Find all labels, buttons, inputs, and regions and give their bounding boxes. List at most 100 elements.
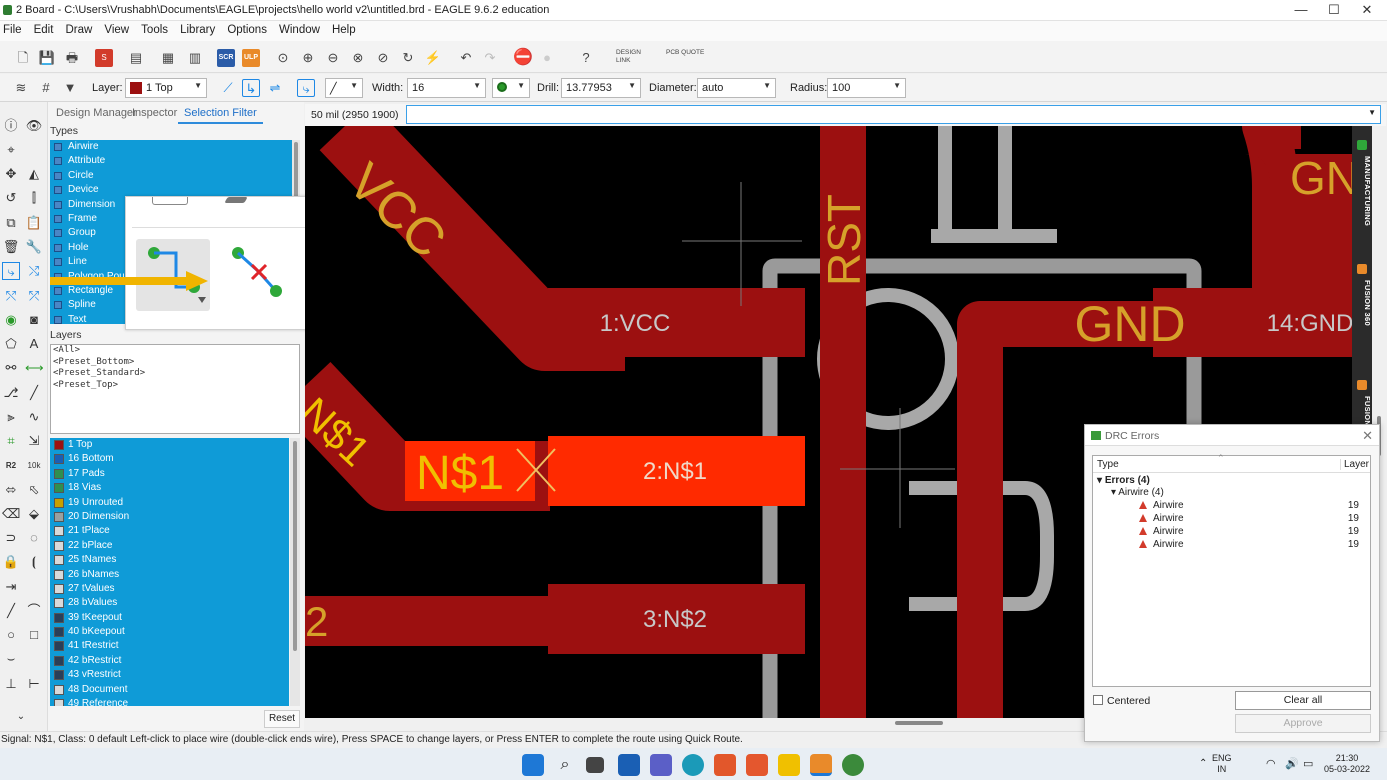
tab-fusion360[interactable]: FUSION 360	[1352, 260, 1372, 364]
diameter-select[interactable]: auto ▼	[697, 78, 776, 98]
maximize-button[interactable]: ☐	[1325, 2, 1343, 18]
drc-error-row[interactable]: Airwire 19	[1139, 513, 1359, 524]
tag-icon[interactable]: ⬙	[25, 505, 43, 523]
drc-error-tree[interactable]: Type ⌃ Layer ▾ Errors (4) ▾ Airwire (4) …	[1092, 453, 1371, 687]
align-icon[interactable]: ⫿	[25, 189, 43, 207]
drill-select[interactable]: 13.77953 ▼	[561, 78, 641, 98]
width-select[interactable]: 16 ▼	[407, 78, 486, 98]
search-icon[interactable]: ⌕	[554, 754, 576, 776]
undo-icon[interactable]: ↶	[457, 49, 475, 67]
rotate-icon[interactable]: ↺	[2, 189, 20, 207]
menu-view[interactable]: View	[104, 21, 129, 36]
layer-item[interactable]: 42 bRestrict	[50, 654, 289, 668]
draw-line-icon[interactable]: ╱	[2, 602, 20, 620]
script-icon[interactable]: SCR	[217, 49, 235, 67]
copy-icon[interactable]: ⧉	[2, 214, 20, 232]
layer-item[interactable]: 40 bKeepout	[50, 625, 289, 639]
zoom-area-icon[interactable]: ⊘	[374, 49, 392, 67]
command-input[interactable]: ▼	[406, 105, 1381, 124]
menu-window[interactable]: Window	[279, 21, 320, 36]
widgets-icon[interactable]	[618, 754, 640, 776]
wifi-icon[interactable]: ◠	[1266, 757, 1276, 770]
type-item[interactable]: Circle	[50, 169, 292, 183]
line-style-select[interactable]: ╱ ▼	[325, 78, 363, 98]
tab-inspector[interactable]: Inspector	[126, 104, 183, 124]
ratsnest-icon[interactable]: ⚡	[424, 49, 442, 67]
file-explorer-icon[interactable]	[778, 754, 800, 776]
save-icon[interactable]: 💾	[38, 49, 56, 67]
menu-tools[interactable]: Tools	[141, 21, 168, 36]
wire-bend-icon[interactable]: ⟋	[219, 79, 237, 97]
value-icon[interactable]: 10k	[25, 457, 43, 475]
measure-width-icon[interactable]: ⊢	[25, 675, 43, 693]
menu-file[interactable]: File	[3, 21, 22, 36]
layer-item[interactable]: 27 tValues	[50, 582, 289, 596]
layer-item[interactable]: 26 bNames	[50, 568, 289, 582]
rectangle-icon[interactable]: □	[25, 626, 43, 644]
layer-item[interactable]: 28 bValues	[50, 596, 289, 610]
stop-icon[interactable]: ⛔	[513, 49, 533, 67]
ulp-icon[interactable]: ULP	[242, 49, 260, 67]
layer-item[interactable]: 41 tRestrict	[50, 639, 289, 653]
layer-item[interactable]: 17 Pads	[50, 467, 289, 481]
autorouter-icon[interactable]: ⌗	[2, 432, 20, 450]
minimize-button[interactable]: —	[1292, 2, 1310, 18]
command-history-chevron-icon[interactable]: ▼	[1368, 108, 1376, 117]
menu-help[interactable]: Help	[332, 21, 356, 36]
circle-icon[interactable]: ○	[2, 626, 20, 644]
arc-icon[interactable]: ⌒	[25, 602, 43, 620]
zoom-in-icon[interactable]: ⊕	[299, 49, 317, 67]
erase-icon[interactable]: ⌫	[2, 505, 20, 523]
add-icon[interactable]: ⇲	[25, 432, 43, 450]
menu-draw[interactable]: Draw	[65, 21, 92, 36]
reset-button[interactable]: Reset	[264, 710, 300, 728]
preset-top[interactable]: <Preset_Top>	[51, 380, 299, 392]
smash-icon[interactable]: ⬁	[25, 481, 43, 499]
meander-icon[interactable]: ⎇	[2, 384, 20, 402]
language-indicator[interactable]: ENG IN	[1212, 753, 1232, 775]
route-icon[interactable]: ⤷	[2, 262, 20, 280]
text-icon[interactable]: A	[25, 335, 43, 353]
signal-icon[interactable]: ⚯	[2, 359, 20, 377]
layer-item[interactable]: 39 tKeepout	[50, 611, 289, 625]
route-mode-icon[interactable]: ⤷	[297, 79, 315, 97]
pinswap-icon[interactable]: ⊃	[2, 529, 20, 547]
layers-scrollbar[interactable]	[290, 438, 300, 706]
split-icon[interactable]: ⤲	[2, 287, 20, 305]
via-shape-select[interactable]: ▼	[492, 78, 530, 98]
mark-icon[interactable]: ⌖	[2, 141, 20, 159]
drc-airwire-group[interactable]: ▾ Airwire (4)	[1111, 487, 1164, 498]
hole-icon[interactable]: ◙	[25, 311, 43, 329]
print-icon[interactable]: 🖶	[63, 49, 81, 67]
cam-icon[interactable]: ▤	[127, 49, 145, 67]
tab-manufacturing[interactable]: MANUFACTURING	[1352, 136, 1372, 246]
layers-list[interactable]: 1 Top 16 Bottom 17 Pads 18 Vias 19 Unrouted 2…	[50, 438, 289, 706]
line-icon[interactable]: ╱	[25, 384, 43, 402]
redo-icon[interactable]: ↷	[481, 49, 499, 67]
close-button[interactable]: ✕	[1358, 2, 1376, 18]
type-item[interactable]: Attribute	[50, 154, 292, 168]
menu-options[interactable]: Options	[227, 21, 267, 36]
circle-dash-icon[interactable]: ◌	[25, 529, 43, 547]
drc-close-icon[interactable]: ✕	[1362, 428, 1373, 444]
radius-select[interactable]: 100 ▼	[827, 78, 906, 98]
clear-all-button[interactable]: Clear all	[1235, 691, 1371, 710]
layer-item[interactable]: 18 Vias	[50, 481, 289, 495]
zoom-fit-icon[interactable]: ⊙	[274, 49, 292, 67]
type-item[interactable]: Airwire	[50, 140, 292, 154]
route-option-ripup[interactable]	[226, 241, 290, 305]
fanout-icon[interactable]: ⫸	[2, 408, 20, 426]
show-icon[interactable]: 👁	[25, 117, 43, 135]
layer-item[interactable]: 1 Top	[50, 438, 289, 452]
redraw-icon[interactable]: ↻	[399, 49, 417, 67]
drc-error-row[interactable]: Airwire 19	[1139, 526, 1359, 537]
chrome-icon[interactable]	[842, 754, 864, 776]
battery-icon[interactable]: ▭	[1303, 757, 1313, 770]
design-link-button[interactable]: DESIGN LINK	[616, 49, 656, 67]
ripup-icon[interactable]: ⤭	[25, 262, 43, 280]
help-icon[interactable]: ?	[577, 49, 595, 67]
bracket-icon[interactable]: ⦗	[25, 553, 43, 571]
edge-icon[interactable]	[682, 754, 704, 776]
layer-item[interactable]: 20 Dimension	[50, 510, 289, 524]
centered-checkbox[interactable]	[1093, 695, 1103, 705]
